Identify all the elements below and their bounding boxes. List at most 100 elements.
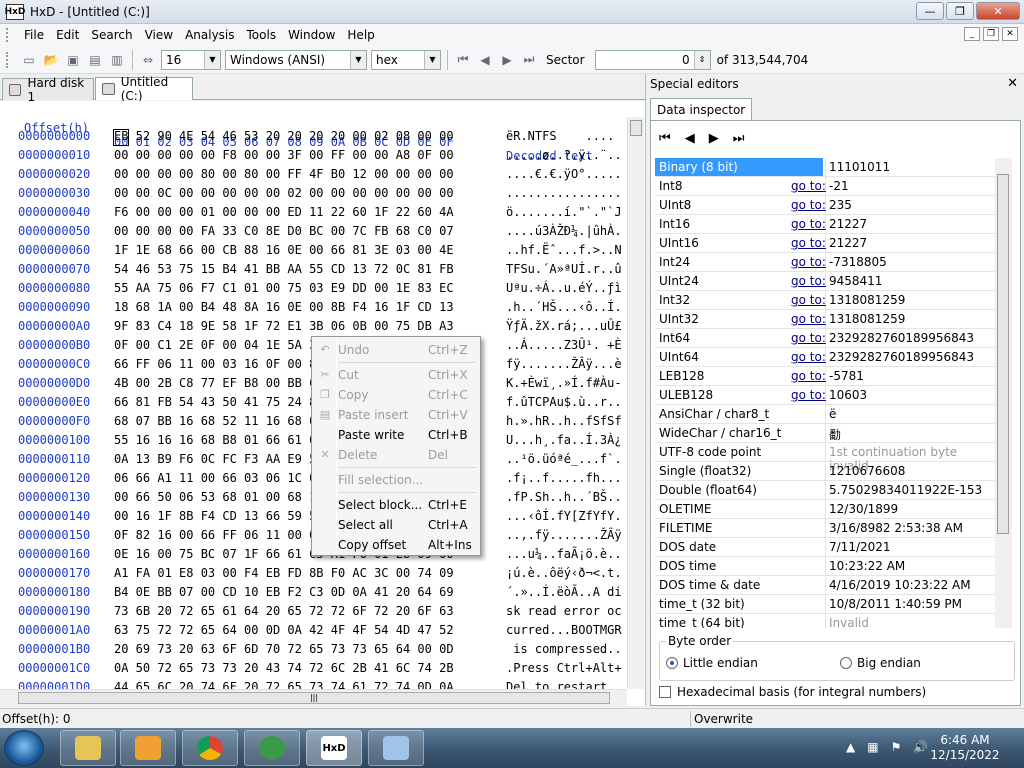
inspector-row[interactable]: UInt64 go to: 2329282760189956843 [655,348,995,367]
hex-horizontal-scrollbar[interactable]: ||| [0,689,627,706]
inspector-row[interactable]: Int64 go to: 2329282760189956843 [655,329,995,348]
action-center-icon[interactable]: ⚑ [891,740,902,754]
last-sector-icon[interactable]: ⏭ [520,51,538,69]
goto-link[interactable]: go to: [791,255,826,269]
maximize-button[interactable]: ❐ [946,2,974,20]
inspector-row[interactable]: Int32 go to: 1318081259 [655,291,995,310]
inspector-row[interactable]: ULEB128 go to: 10603 [655,386,995,405]
volume-icon[interactable]: 🔊 [913,740,928,754]
clock[interactable]: 6:46 AM 12/15/2022 [930,733,1000,763]
inspector-row[interactable]: DOS time & date 4/16/2019 10:23:22 AM [655,576,995,595]
first-sector-icon[interactable]: ⏮ [454,51,472,69]
inspector-row[interactable]: Double (float64) 5.75029834011922E-153 [655,481,995,500]
inspector-row[interactable]: Int8 go to: -21 [655,177,995,196]
menu-search[interactable]: Search [85,28,138,42]
previous-icon[interactable]: ◀ [685,131,695,146]
close-icon[interactable]: ✕ [1007,76,1018,91]
network-icon[interactable]: ▦ [867,740,878,754]
little-endian-radio[interactable]: Little endian [666,656,758,670]
next-icon[interactable]: ▶ [709,131,719,146]
last-icon[interactable]: ⏭ [733,131,745,146]
inspector-row[interactable]: DOS time 10:23:22 AM [655,557,995,576]
goto-link[interactable]: go to: [791,179,826,193]
mdi-close-button[interactable]: ✕ [1002,27,1018,41]
menu-help[interactable]: Help [341,28,380,42]
ctx-item-select-all[interactable]: Select all Ctrl+A [314,515,478,535]
inspector-row[interactable]: Int16 go to: 21227 [655,215,995,234]
goto-link[interactable]: go to: [791,293,826,307]
chrome-taskbar-button[interactable] [182,730,238,766]
show-hidden-icons-icon[interactable]: ▲ [846,740,855,754]
inspector-row[interactable]: time_t (32 bit) 10/8/2011 1:40:59 PM [655,595,995,614]
goto-link[interactable]: go to: [791,198,826,212]
goto-link[interactable]: go to: [791,388,826,402]
inspector-row[interactable]: DOS date 7/11/2021 [655,538,995,557]
menu-view[interactable]: View [139,28,179,42]
ctx-item-paste-write[interactable]: Paste write Ctrl+B [314,425,478,445]
inspector-row[interactable]: FILETIME 3/16/8982 2:53:38 AM [655,519,995,538]
hex-vertical-scrollbar[interactable] [627,117,644,689]
menu-window[interactable]: Window [282,28,341,42]
tab-data-inspector[interactable]: Data inspector [650,98,753,121]
save-icon[interactable]: ▣ [64,51,82,69]
inspector-row[interactable]: time_t (64 bit) Invalid [655,614,995,628]
goto-link[interactable]: go to: [791,236,826,250]
hxd-taskbar-button[interactable]: HxD [306,730,362,766]
properties-icon[interactable]: ▥ [108,51,126,69]
new-file-icon[interactable]: ▭ [20,51,38,69]
charset-select[interactable]: Windows (ANSI) ▼ [225,49,367,70]
ctx-item-select-block[interactable]: Select block... Ctrl+E [314,495,478,515]
hex-basis-checkbox[interactable]: Hexadecimal basis (for integral numbers) [659,685,926,699]
goto-link[interactable]: go to: [791,331,826,345]
goto-link[interactable]: go to: [791,369,826,383]
goto-link[interactable]: go to: [791,217,826,231]
explorer-taskbar-button[interactable] [60,730,116,766]
big-endian-radio[interactable]: Big endian [840,656,921,670]
bytes-per-row-select[interactable]: 16 ▼ [161,49,221,70]
media-player-taskbar-button[interactable] [120,730,176,766]
inspector-row[interactable]: WideChar / char16_t 勫 [655,424,995,443]
menu-file[interactable]: File [18,28,50,42]
inspector-row[interactable]: UInt32 go to: 1318081259 [655,310,995,329]
inspector-row[interactable]: UInt16 go to: 21227 [655,234,995,253]
goto-link[interactable]: go to: [791,312,826,326]
goto-link[interactable]: go to: [791,350,826,364]
inspector-scrollbar[interactable] [995,158,1012,628]
inspector-row[interactable]: OLETIME 12/30/1899 [655,500,995,519]
inspector-row[interactable]: Int24 go to: -7318805 [655,253,995,272]
tab-untitled-c[interactable]: Untitled (C:) [95,75,193,103]
inspector-row[interactable]: UInt8 go to: 235 [655,196,995,215]
inspector-row[interactable]: Single (float32) 1210676608 [655,462,995,481]
goto-link[interactable]: go to: [791,274,826,288]
offset-base-select[interactable]: hex ▼ [371,49,441,70]
inspector-row[interactable]: LEB128 go to: -5781 [655,367,995,386]
inspector-grid: Binary (8 bit) 11101011 Int8 go to: -21 UInt8… [655,158,995,628]
inspector-row[interactable]: AnsiChar / char8_t ë [655,405,995,424]
mdi-restore-button[interactable]: ❐ [983,27,999,41]
menu-bar: File Edit Search View Analysis Tools Window Hel… [0,24,1024,46]
tab-hard-disk-1[interactable]: Hard disk 1 [2,76,94,104]
menu-tools[interactable]: Tools [241,28,283,42]
menu-analysis[interactable]: Analysis [179,28,240,42]
network-taskbar-button[interactable] [244,730,300,766]
menu-edit[interactable]: Edit [50,28,85,42]
scroll-thumb[interactable]: ||| [18,692,610,704]
scroll-thumb[interactable] [997,174,1009,534]
app-taskbar-button[interactable] [368,730,424,766]
inspector-row[interactable]: Binary (8 bit) 11101011 [655,158,995,177]
minimize-button[interactable]: — [916,2,944,20]
first-icon[interactable]: ⏮ [659,131,671,146]
inspector-row[interactable]: UTF-8 code point 1st continuation byte in… [655,443,995,473]
previous-sector-icon[interactable]: ◀ [476,51,494,69]
sector-input[interactable]: 0 ⇕ [594,49,711,70]
ctx-item-copy-offset[interactable]: Copy offset Alt+Ins [314,535,478,555]
inspector-row[interactable]: UInt24 go to: 9458411 [655,272,995,291]
open-file-icon[interactable]: 📂 [42,51,60,69]
print-icon[interactable]: ▤ [86,51,104,69]
next-sector-icon[interactable]: ▶ [498,51,516,69]
scroll-thumb[interactable] [630,120,642,136]
spin-icon[interactable]: ⇕ [693,50,710,69]
mdi-minimize-button[interactable]: _ [964,27,980,41]
close-button[interactable]: ✕ [976,2,1020,20]
start-button[interactable] [4,730,44,766]
